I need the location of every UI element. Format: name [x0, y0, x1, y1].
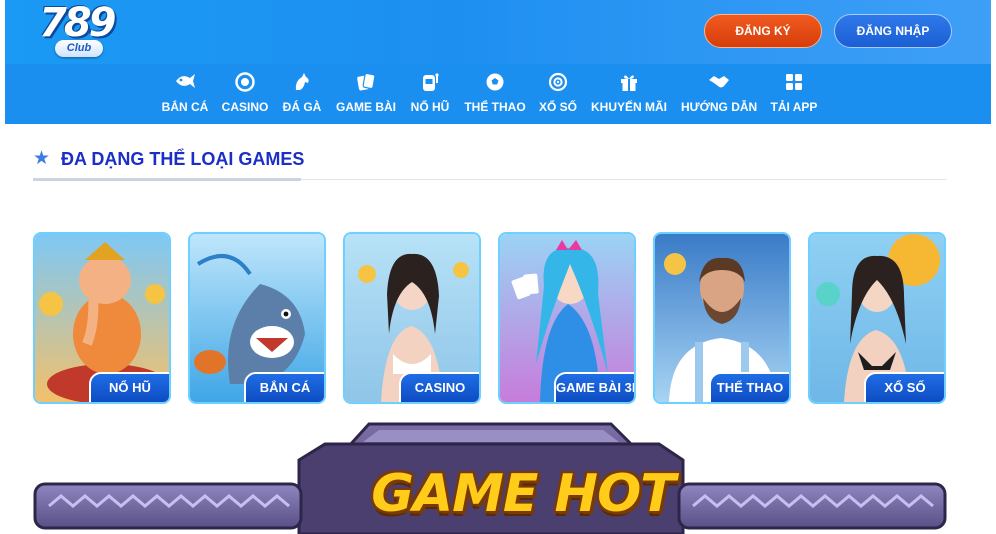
game-card-xo-so[interactable]: XỔ SỐ [808, 232, 946, 404]
cards-icon [335, 72, 397, 94]
nav-item-da-ga[interactable]: ĐÁ GÀ [282, 72, 322, 120]
game-card-label: BẮN CÁ [244, 372, 324, 402]
login-button[interactable]: ĐĂNG NHẬP [834, 14, 952, 48]
nav-item-huong-dan[interactable]: HƯỚNG DẪN [681, 72, 757, 120]
game-card-the-thao[interactable]: THỂ THAO [653, 232, 791, 404]
game-card-label: GAME BÀI 3D [554, 372, 634, 402]
game-card-no-hu[interactable]: NỔ HŨ [33, 232, 171, 404]
soccer-ball-icon [463, 72, 527, 94]
nav-item-the-thao[interactable]: THỂ THAO [463, 72, 527, 120]
nav-label: ĐÁ GÀ [282, 100, 322, 114]
heading-underline [33, 178, 301, 181]
slot-machine-icon [409, 72, 451, 94]
nav-label: THỂ THAO [464, 100, 526, 114]
game-card-game-bai-3d[interactable]: GAME BÀI 3D [498, 232, 636, 404]
nav-item-no-hu[interactable]: NỔ HŨ [409, 72, 451, 120]
game-hot-title: GAME HOT [371, 464, 676, 524]
game-card-casino[interactable]: CASINO [343, 232, 481, 404]
game-card-label: CASINO [399, 372, 479, 402]
game-hot-banner: GAME HOT [33, 420, 947, 534]
nav-item-ban-ca[interactable]: BẮN CÁ [161, 72, 209, 120]
nav-label: GAME BÀI [336, 100, 396, 114]
handshake-icon [681, 72, 757, 94]
game-card-label: XỔ SỐ [864, 372, 944, 402]
top-header: 789 Club ĐĂNG KÝ ĐĂNG NHẬP [5, 0, 991, 64]
app-grid-icon [769, 72, 819, 94]
chip-icon [220, 72, 270, 94]
nav-label: KHUYẾN MÃI [591, 100, 668, 114]
nav-label: BẮN CÁ [161, 100, 209, 114]
nav-label: TẢI APP [770, 100, 818, 114]
site-logo[interactable]: 789 Club [33, 0, 116, 62]
star-icon: ★ [33, 148, 51, 169]
nav-item-casino[interactable]: CASINO [220, 72, 270, 120]
logo-club-badge: Club [55, 40, 103, 57]
section-heading: ★ ĐA DẠNG THỂ LOẠI GAMES [33, 146, 947, 181]
register-button[interactable]: ĐĂNG KÝ [704, 14, 822, 48]
game-card-ban-ca[interactable]: BẮN CÁ [188, 232, 326, 404]
nav-label: HƯỚNG DẪN [681, 100, 758, 114]
rooster-icon [282, 72, 322, 94]
nav-item-khuyen-mai[interactable]: KHUYẾN MÃI [591, 72, 667, 120]
fish-icon [161, 72, 209, 94]
section-title: ĐA DẠNG THỂ LOẠI GAMES [61, 149, 305, 169]
nav-item-tai-app[interactable]: TẢI APP [769, 72, 819, 120]
nav-label: CASINO [221, 100, 269, 114]
game-card-label: THỂ THAO [709, 372, 789, 402]
nav-label: XỔ SỐ [538, 100, 577, 114]
lottery-icon [538, 72, 578, 94]
gift-icon [591, 72, 667, 94]
page: 789 Club ĐĂNG KÝ ĐĂNG NHẬP BẮN CÁ CASINO… [0, 0, 996, 534]
nav-item-game-bai[interactable]: GAME BÀI [335, 72, 397, 120]
main-nav: BẮN CÁ CASINO ĐÁ GÀ GAME BÀI NỔ HŨ THỂ T… [5, 64, 991, 124]
nav-label: NỔ HŨ [410, 100, 450, 114]
game-card-label: NỔ HŨ [89, 372, 169, 402]
nav-item-xo-so[interactable]: XỔ SỐ [538, 72, 578, 120]
